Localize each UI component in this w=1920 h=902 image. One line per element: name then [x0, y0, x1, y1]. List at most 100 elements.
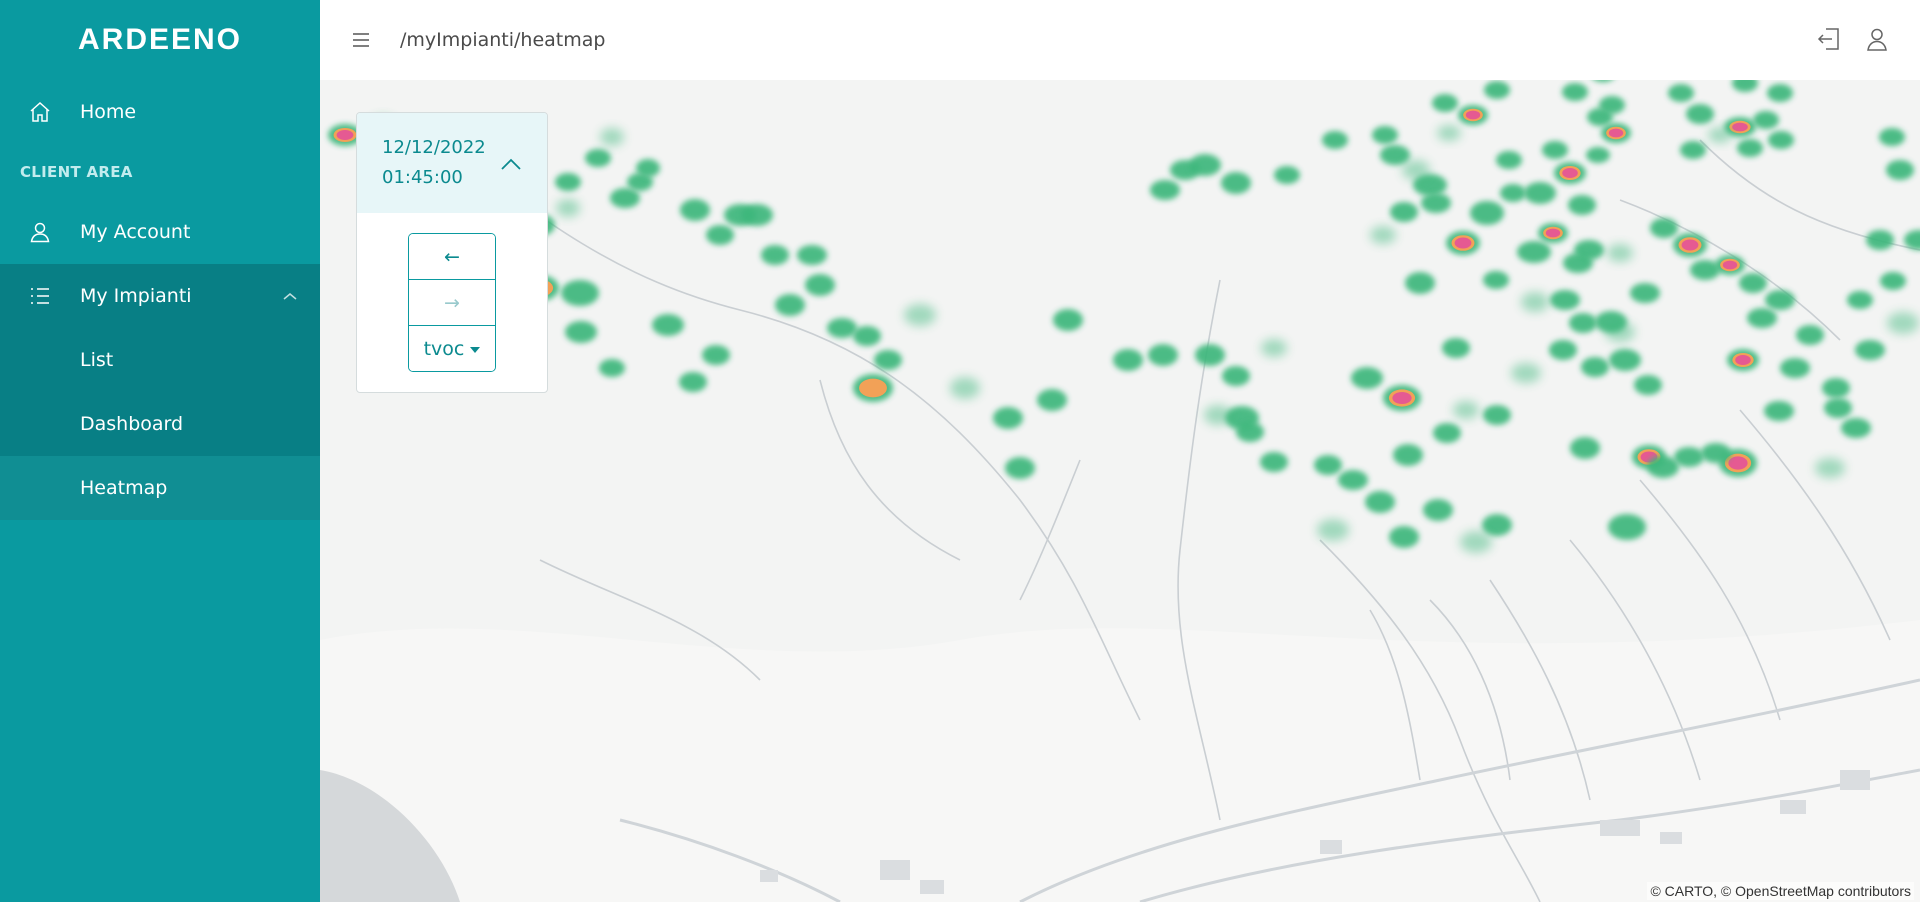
- sidebar-item-list[interactable]: List: [0, 328, 320, 392]
- heat-spot: [1708, 127, 1732, 143]
- sidebar-item-my-impianti[interactable]: My Impianti: [0, 264, 320, 328]
- heat-spot: [1470, 201, 1504, 225]
- heat-spot: [1841, 418, 1871, 438]
- heat-spot: [1421, 193, 1451, 213]
- heat-spot: [1855, 340, 1885, 360]
- chevron-up-icon[interactable]: [499, 153, 523, 177]
- heat-spot: [1715, 255, 1745, 275]
- prev-time-button[interactable]: ←: [409, 234, 495, 279]
- heat-spot: [1496, 151, 1522, 169]
- heat-spot: [1524, 182, 1556, 204]
- heat-spot: [1609, 349, 1641, 371]
- list-icon: [28, 284, 52, 308]
- logout-icon[interactable]: [1816, 26, 1842, 52]
- heat-spot: [1605, 322, 1635, 342]
- sidebar-item-dashboard[interactable]: Dashboard: [0, 392, 320, 456]
- heat-spot: [1402, 160, 1430, 180]
- heat-spot: [1314, 455, 1342, 475]
- heat-spot: [775, 294, 805, 316]
- heat-spot: [1260, 452, 1288, 472]
- heat-spot: [950, 377, 980, 399]
- brand-logo: ARDEENO: [77, 23, 242, 56]
- heat-spot: [1037, 389, 1067, 411]
- home-icon: [28, 100, 52, 124]
- heat-spot: [1768, 131, 1794, 149]
- heat-spot: [1380, 145, 1410, 165]
- user-icon: [28, 220, 52, 244]
- map-attribution: © CARTO, © OpenStreetMap contributors: [1647, 882, 1914, 900]
- heat-spot: [1189, 154, 1221, 176]
- heat-spot: [1727, 349, 1759, 371]
- heat-spot: [1221, 172, 1251, 194]
- heat-spot: [702, 345, 730, 365]
- heat-spot: [1680, 141, 1706, 159]
- heat-spot: [1780, 358, 1810, 378]
- heat-spot: [1148, 344, 1178, 366]
- user-icon[interactable]: [1864, 26, 1890, 52]
- heat-spot: [1562, 83, 1588, 101]
- heat-spot: [1608, 514, 1646, 540]
- heat-spot: [1458, 105, 1488, 125]
- heat-spot: [1747, 308, 1777, 328]
- heat-spot: [1453, 401, 1479, 419]
- heat-spot: [1005, 457, 1035, 479]
- heat-spot: [1500, 184, 1526, 202]
- heat-spot: [1822, 378, 1850, 398]
- heat-spot: [827, 318, 857, 338]
- heat-spot: [1542, 141, 1568, 159]
- heat-spot: [652, 314, 684, 336]
- heat-spot: [805, 274, 835, 296]
- heat-spot: [706, 225, 734, 245]
- heat-spot: [1796, 325, 1824, 345]
- heat-spot: [1338, 470, 1368, 490]
- heat-spot: [1586, 147, 1610, 163]
- heat-spot: [1686, 104, 1714, 124]
- section-label: CLIENT AREA: [20, 163, 133, 181]
- heat-spot: [1634, 375, 1662, 395]
- heat-spot: [1517, 241, 1551, 263]
- heat-spot: [1204, 405, 1232, 425]
- metric-dropdown[interactable]: tvoc: [409, 325, 495, 371]
- heat-spot: [1879, 128, 1905, 146]
- heat-spot: [610, 188, 640, 208]
- heat-spot: [1390, 202, 1418, 222]
- sidebar-item-label: Home: [80, 101, 137, 123]
- sidebar-item-label: My Account: [80, 221, 191, 243]
- heat-spot: [1372, 126, 1398, 144]
- heat-spot: [1236, 422, 1264, 442]
- heat-spot: [853, 374, 893, 402]
- time-navigation: ← → tvoc: [408, 233, 496, 372]
- sidebar-item-heatmap[interactable]: Heatmap: [0, 456, 320, 520]
- heat-spot: [1389, 526, 1419, 548]
- sidebar-item-home[interactable]: Home: [0, 80, 320, 144]
- date-label: 12/12/2022: [382, 137, 486, 158]
- sidebar-item-label: My Impianti: [80, 285, 192, 307]
- heat-spot: [1886, 160, 1914, 180]
- heat-spot: [1554, 162, 1586, 184]
- heat-spot: [1484, 81, 1510, 99]
- heatmap-map[interactable]: 12/12/2022 01:45:00 ← → tvoc © CARTO, © …: [320, 80, 1920, 902]
- heat-spot: [1150, 180, 1180, 200]
- heat-spot: [1739, 273, 1767, 293]
- heat-spot: [797, 245, 827, 265]
- heat-spot: [1370, 226, 1396, 244]
- heat-spot: [565, 321, 597, 343]
- heat-spot: [680, 199, 710, 221]
- time-panel-header[interactable]: 12/12/2022 01:45:00: [357, 113, 547, 213]
- next-time-button[interactable]: →: [409, 279, 495, 325]
- heat-spot: [1568, 195, 1596, 215]
- heat-spot: [1113, 349, 1143, 371]
- heat-spot: [1437, 125, 1461, 141]
- sidebar-item-my-account[interactable]: My Account: [0, 200, 320, 264]
- heat-spot: [1880, 272, 1906, 290]
- hamburger-icon[interactable]: [350, 29, 372, 51]
- heat-spot: [1887, 312, 1919, 334]
- chevron-up-icon: [280, 286, 300, 306]
- heat-spot: [1383, 385, 1421, 411]
- heat-spot: [1317, 519, 1349, 541]
- map-base: [320, 80, 1920, 902]
- heat-spot: [1483, 271, 1509, 289]
- heat-spot: [1737, 139, 1763, 157]
- heat-spot: [599, 359, 625, 377]
- heat-spot: [1550, 290, 1580, 310]
